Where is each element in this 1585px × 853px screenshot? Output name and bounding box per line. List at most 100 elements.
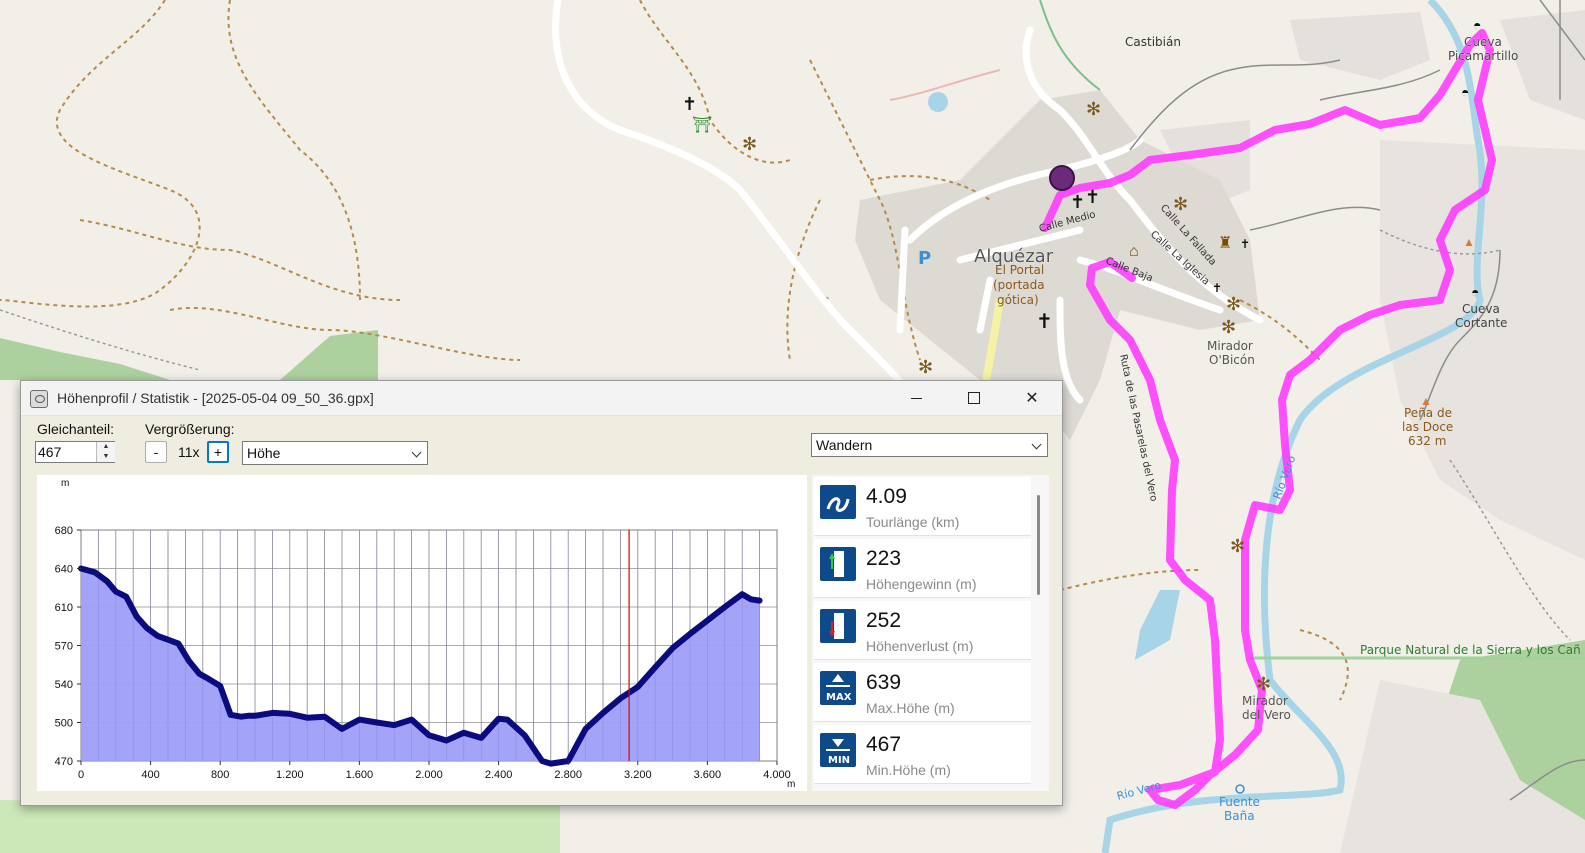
x-axis-unit-label: m (787, 779, 795, 790)
picnic-icon: ⛩ (692, 116, 712, 134)
min-elevation-icon: MIN (820, 733, 856, 767)
map-label: Mirador (1207, 339, 1253, 353)
stat-max-elevation: MAX 639 Max.Höhe (m) (814, 663, 1031, 722)
stat-elevation-loss: 252 Höhenverlust (m) (814, 601, 1031, 660)
church-icon: ✝ (1036, 311, 1053, 333)
y-tick-label: 540 (55, 679, 73, 691)
y-axis-unit-label: m (61, 478, 69, 489)
stat-value: 4.09 (866, 485, 907, 508)
minimize-button[interactable] (893, 381, 939, 415)
map-label: Peña de (1404, 406, 1452, 420)
close-button[interactable]: ✕ (1009, 381, 1055, 415)
map-label: O'Bicón (1209, 353, 1255, 367)
zoom-label: Vergrößerung: (145, 421, 235, 437)
y-tick-label: 640 (55, 564, 73, 576)
cave-icon: ◓ (1471, 284, 1479, 300)
stat-min-elevation: MIN 467 Min.Höhe (m) (814, 725, 1031, 784)
route-marker-pin[interactable] (1049, 165, 1075, 191)
monument-icon: ♜ (1218, 235, 1232, 252)
stats-panel[interactable]: 4.09 Tourlänge (km) 223 Höhengewinn (m) … (812, 475, 1049, 791)
gleichanteil-spinner[interactable]: ▲ ▼ (35, 441, 115, 463)
y-tick-label: 680 (55, 525, 73, 537)
elevation-profile-window: Höhenprofil / Statistik - [2025-05-04 09… (20, 380, 1063, 806)
route-length-icon (820, 485, 856, 519)
gleichanteil-input[interactable] (36, 442, 96, 462)
x-tick-label: 1.600 (346, 769, 374, 781)
cross-icon: ✝ (682, 94, 697, 114)
map-label: Picamartillo (1448, 49, 1518, 63)
viewpoint-icon: ✻ (1226, 294, 1241, 314)
x-tick-label: 0 (78, 769, 84, 781)
map-label: del Vero (1242, 708, 1291, 722)
viewpoint-icon: ✻ (1256, 674, 1271, 694)
x-tick-label: 400 (141, 769, 159, 781)
profile-type-value: Höhe (247, 445, 281, 461)
chevron-down-icon (1031, 439, 1042, 450)
elevation-loss-icon (820, 609, 856, 643)
parking-icon: P (918, 248, 931, 269)
x-tick-label: 2.400 (485, 769, 513, 781)
stat-label: Max.Höhe (m) (866, 700, 955, 716)
map-label: Fuente (1219, 795, 1260, 809)
map-label: gótica) (997, 293, 1039, 307)
map-label: Mirador (1242, 694, 1288, 708)
window-titlebar[interactable]: Höhenprofil / Statistik - [2025-05-04 09… (21, 381, 1062, 416)
stat-value: 223 (866, 547, 902, 570)
park-area (0, 800, 560, 853)
peak-icon: ▲ (1463, 235, 1475, 249)
activity-select[interactable]: Wandern (811, 433, 1048, 457)
viewpoint-icon: ✻ (1221, 317, 1236, 337)
stat-label: Min.Höhe (m) (866, 762, 951, 778)
y-tick-label: 500 (55, 718, 73, 730)
viewpoint-icon: ✻ (918, 357, 933, 377)
y-tick-label: 470 (55, 756, 73, 768)
church-icon: ✝ (1085, 187, 1100, 207)
spin-down-button[interactable]: ▼ (96, 452, 115, 462)
close-icon: ✕ (1025, 390, 1039, 407)
x-tick-label: 2.800 (554, 769, 582, 781)
stat-value: 639 (866, 671, 902, 694)
x-tick-label: 800 (211, 769, 229, 781)
stats-scrollbar[interactable] (1037, 495, 1040, 595)
map-label: Castibián (1125, 35, 1181, 49)
svg-text:MIN: MIN (828, 755, 850, 766)
activity-value: Wandern (816, 437, 873, 453)
x-tick-label: 2.000 (415, 769, 443, 781)
map-label: las Doce (1402, 420, 1453, 434)
map-label: 632 m (1408, 434, 1446, 448)
y-tick-label: 570 (55, 641, 73, 653)
church-icon: ✝ (1070, 192, 1085, 212)
zoom-out-button[interactable]: - (145, 441, 167, 463)
app-icon (30, 390, 48, 408)
window-title: Höhenprofil / Statistik - [2025-05-04 09… (57, 390, 374, 406)
gleichanteil-label: Gleichanteil: (37, 421, 115, 437)
map-label: Cortante (1455, 316, 1507, 330)
map-label: Parque Natural de la Sierra y los Cañ (1360, 643, 1581, 657)
stat-tour-length: 4.09 Tourlänge (km) (814, 477, 1031, 536)
max-elevation-icon: MAX (820, 671, 856, 705)
profile-type-select[interactable]: Höhe (242, 441, 428, 465)
cave-icon: ◓ (1473, 17, 1481, 33)
x-tick-label: 3.600 (694, 769, 722, 781)
chevron-down-icon (411, 447, 422, 458)
elevation-chart-svg: 470 500 540 570 610 640 680 0 400 800 1.200 1.600 2.… (55, 478, 796, 790)
viewpoint-icon: ✻ (1230, 536, 1245, 556)
maximize-icon (968, 392, 980, 404)
spin-up-button[interactable]: ▲ (96, 442, 115, 452)
stat-label: Höhenverlust (m) (866, 638, 974, 654)
cross-icon: ✝ (1240, 237, 1250, 251)
maximize-button[interactable] (951, 381, 997, 415)
cross-icon: ✝ (1212, 281, 1222, 295)
viewpoint-icon: ✻ (1086, 99, 1101, 119)
elevation-chart[interactable]: 470 500 540 570 610 640 680 0 400 800 1.200 1.600 2.… (37, 475, 807, 791)
svg-text:MAX: MAX (826, 692, 852, 703)
zoom-in-button[interactable]: + (207, 441, 229, 463)
viewpoint-icon: ✻ (1173, 194, 1188, 214)
map-label: Cueva (1464, 35, 1502, 49)
elevation-gain-icon (820, 547, 856, 581)
stat-value: 252 (866, 609, 902, 632)
viewpoint-icon: ✻ (742, 134, 757, 154)
stat-label: Tourlänge (km) (866, 514, 960, 530)
stat-label: Höhengewinn (m) (866, 576, 977, 592)
x-tick-label: 1.200 (276, 769, 304, 781)
